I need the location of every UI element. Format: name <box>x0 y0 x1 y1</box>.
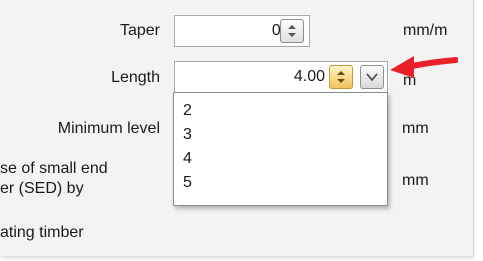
spin-up-down-icon <box>288 25 296 37</box>
length-spin-button[interactable] <box>329 65 353 89</box>
length-input[interactable]: 4.00 <box>174 61 388 93</box>
minimum-level-label: Minimum level <box>57 120 160 137</box>
dropdown-option[interactable]: 3 <box>183 125 192 145</box>
minimum-level-unit: mm <box>402 120 429 137</box>
taper-unit: mm/m <box>403 22 448 39</box>
spin-up-down-icon <box>337 71 345 83</box>
dropdown-option[interactable]: 4 <box>183 149 192 169</box>
dropdown-option[interactable]: 2 <box>183 101 192 121</box>
sed-unit: mm <box>402 172 429 189</box>
length-dropdown-button[interactable] <box>360 65 384 89</box>
red-pointer-arrow <box>390 56 458 78</box>
sed-label-line1: se of small end <box>0 160 108 177</box>
sed-label-line2: er (SED) by <box>0 180 84 197</box>
chevron-down-icon <box>366 73 378 82</box>
taper-label: Taper <box>119 22 160 39</box>
length-label: Length <box>111 69 160 86</box>
dropdown-option[interactable]: 5 <box>183 173 192 193</box>
taper-spin-button[interactable] <box>280 19 304 43</box>
length-dropdown-list: 2 3 4 5 <box>173 92 388 206</box>
floating-timber-label: ating timber <box>0 224 84 241</box>
settings-panel: Taper 0.00 mm/m Length 4.00 m Minimum le… <box>0 0 474 256</box>
